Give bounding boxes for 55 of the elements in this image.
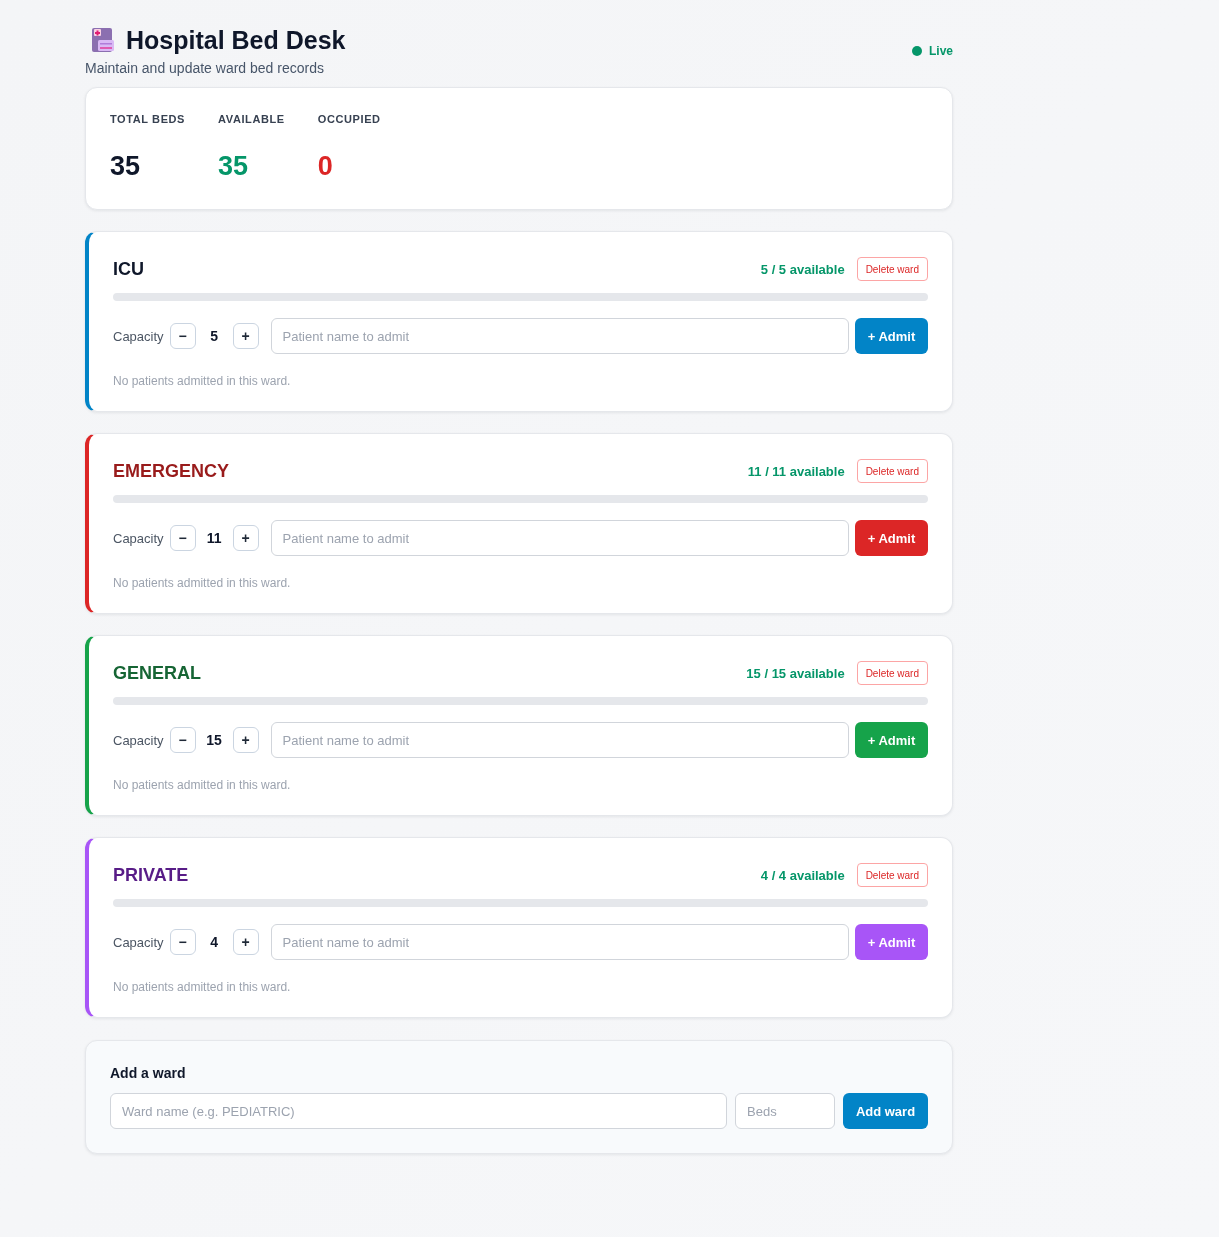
page-subtitle: Maintain and update ward bed records: [85, 60, 325, 76]
patient-name-input[interactable]: Patient name to admit: [270, 318, 849, 354]
delete-ward-button[interactable]: Delete ward: [856, 863, 928, 887]
capacity-label: Capacity: [113, 732, 164, 748]
admit-button[interactable]: + Admit: [855, 318, 928, 354]
empty-note: No patients admitted in this ward.: [113, 576, 292, 590]
status-dot-icon: [912, 46, 922, 56]
stat-label: TOTAL BEDS: [110, 113, 186, 125]
increment-button[interactable]: +: [232, 727, 259, 753]
stat-value: 0: [317, 150, 334, 182]
increment-button[interactable]: +: [232, 323, 259, 349]
capacity-value: 4: [209, 934, 219, 950]
patient-name-input[interactable]: Patient name to admit: [270, 722, 849, 758]
add-ward-button[interactable]: Add ward: [843, 1093, 928, 1129]
stat-label: OCCUPIED: [317, 113, 381, 125]
ward-name: ICU: [113, 258, 144, 280]
ward-name: PRIVATE: [113, 864, 189, 886]
capacity-label: Capacity: [113, 934, 164, 950]
ward-name: EMERGENCY: [113, 460, 229, 482]
availability-count: 15 / 15 available: [746, 665, 845, 681]
patient-name-input[interactable]: Patient name to admit: [270, 520, 849, 556]
stat-value: 35: [218, 150, 250, 182]
increment-button[interactable]: +: [232, 929, 259, 955]
decrement-button[interactable]: −: [169, 727, 196, 753]
decrement-button[interactable]: −: [169, 323, 196, 349]
delete-ward-button[interactable]: Delete ward: [856, 257, 928, 281]
medical-card-icon: [91, 27, 115, 53]
admit-button[interactable]: + Admit: [855, 722, 928, 758]
availability-count: 5 / 5 available: [760, 261, 845, 277]
increment-button[interactable]: +: [232, 525, 259, 551]
add-ward-title: Add a ward: [110, 1064, 187, 1082]
capacity-value: 11: [205, 530, 223, 546]
admit-button[interactable]: + Admit: [855, 520, 928, 556]
patient-name-input[interactable]: Patient name to admit: [270, 924, 849, 960]
capacity-label: Capacity: [113, 530, 164, 546]
empty-note: No patients admitted in this ward.: [113, 778, 292, 792]
availability-count: 4 / 4 available: [760, 867, 845, 883]
delete-ward-button[interactable]: Delete ward: [856, 459, 928, 483]
empty-note: No patients admitted in this ward.: [113, 980, 292, 994]
capacity-value: 5: [209, 328, 219, 344]
capacity-value: 15: [205, 732, 223, 748]
page-title: Hospital Bed Desk: [126, 25, 346, 56]
decrement-button[interactable]: −: [169, 929, 196, 955]
admit-button[interactable]: + Admit: [855, 924, 928, 960]
stat-value: 35: [110, 150, 142, 182]
beds-input[interactable]: Beds: [735, 1093, 835, 1129]
live-status: Live: [929, 44, 953, 58]
empty-note: No patients admitted in this ward.: [113, 374, 292, 388]
stat-label: AVAILABLE: [218, 113, 285, 125]
capacity-label: Capacity: [113, 328, 164, 344]
ward-name-input[interactable]: Ward name (e.g. PEDIATRIC): [110, 1093, 727, 1129]
delete-ward-button[interactable]: Delete ward: [856, 661, 928, 685]
availability-count: 11 / 11 available: [747, 463, 845, 479]
decrement-button[interactable]: −: [169, 525, 196, 551]
ward-name: GENERAL: [113, 662, 201, 684]
